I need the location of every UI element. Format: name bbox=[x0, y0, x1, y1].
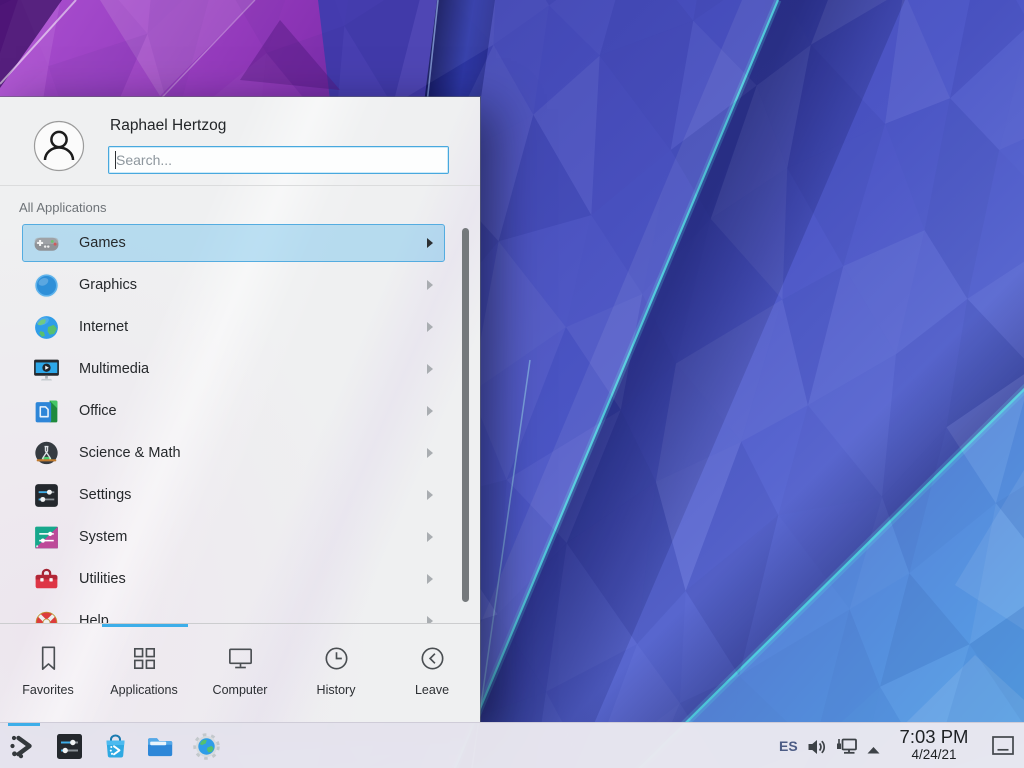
category-graphics[interactable]: Graphics bbox=[22, 266, 445, 304]
utilities-icon bbox=[32, 565, 61, 594]
discover-icon bbox=[99, 730, 132, 763]
category-label: Office bbox=[79, 403, 117, 419]
help-icon bbox=[32, 607, 61, 624]
category-internet[interactable]: Internet bbox=[22, 308, 445, 346]
history-icon bbox=[321, 643, 352, 674]
discover-button[interactable] bbox=[99, 730, 132, 763]
category-label: Help bbox=[79, 613, 109, 623]
submenu-arrow-icon bbox=[427, 616, 433, 623]
app-launcher-button[interactable] bbox=[8, 730, 41, 763]
application-launcher-menu: Raphael Hertzog All Applications Games bbox=[0, 97, 480, 722]
category-label: Games bbox=[79, 235, 126, 251]
web-browser-icon bbox=[190, 730, 223, 763]
submenu-arrow-icon bbox=[427, 490, 433, 500]
category-label: Utilities bbox=[79, 571, 126, 587]
taskbar-panel: ES 7:03 PM 4/24/21 bbox=[0, 722, 1024, 768]
tab-computer[interactable]: Computer bbox=[192, 627, 288, 722]
tab-label: Favorites bbox=[22, 683, 73, 697]
tab-leave[interactable]: Leave bbox=[384, 627, 480, 722]
leave-icon bbox=[417, 643, 448, 674]
category-settings[interactable]: Settings bbox=[22, 476, 445, 514]
submenu-arrow-icon bbox=[427, 238, 433, 248]
category-office[interactable]: Office bbox=[22, 392, 445, 430]
submenu-arrow-icon bbox=[427, 322, 433, 332]
category-help[interactable]: Help bbox=[22, 602, 445, 623]
category-multimedia[interactable]: Multimedia bbox=[22, 350, 445, 388]
category-games[interactable]: Games bbox=[22, 224, 445, 262]
category-science-math[interactable]: Science & Math bbox=[22, 434, 445, 472]
file-manager-button[interactable] bbox=[144, 730, 177, 763]
tab-history[interactable]: History bbox=[288, 627, 384, 722]
submenu-arrow-icon bbox=[427, 406, 433, 416]
clock-time: 7:03 PM bbox=[886, 726, 982, 747]
web-browser-button[interactable] bbox=[190, 730, 223, 763]
text-cursor bbox=[115, 151, 116, 169]
header-divider bbox=[0, 185, 480, 186]
expand-tray-icon[interactable] bbox=[866, 742, 881, 752]
category-list: Games Graphics bbox=[22, 224, 445, 623]
science-icon bbox=[32, 439, 61, 468]
footer-divider bbox=[0, 623, 480, 624]
submenu-arrow-icon bbox=[427, 364, 433, 374]
category-utilities[interactable]: Utilities bbox=[22, 560, 445, 598]
submenu-arrow-icon bbox=[427, 280, 433, 290]
submenu-arrow-icon bbox=[427, 532, 433, 542]
tab-applications[interactable]: Applications bbox=[96, 627, 192, 722]
multimedia-icon bbox=[32, 355, 61, 384]
category-label: Internet bbox=[79, 319, 128, 335]
tab-label: Computer bbox=[213, 683, 268, 697]
office-icon bbox=[32, 397, 61, 426]
app-launcher-icon bbox=[8, 730, 41, 763]
computer-icon bbox=[225, 643, 256, 674]
tab-label: History bbox=[317, 683, 356, 697]
search-input[interactable] bbox=[108, 146, 449, 174]
show-desktop-icon bbox=[991, 735, 1015, 757]
tab-favorites[interactable]: Favorites bbox=[0, 627, 96, 722]
graphics-icon bbox=[32, 271, 61, 300]
system-settings-icon bbox=[53, 730, 86, 763]
volume-icon[interactable] bbox=[806, 736, 828, 758]
section-label: All Applications bbox=[19, 200, 106, 215]
tab-label: Applications bbox=[110, 683, 177, 697]
keyboard-layout-indicator[interactable]: ES bbox=[779, 738, 798, 754]
category-label: Science & Math bbox=[79, 445, 181, 461]
category-system[interactable]: System bbox=[22, 518, 445, 556]
category-label: Multimedia bbox=[79, 361, 149, 377]
show-desktop-button[interactable] bbox=[988, 729, 1018, 763]
launcher-tab-bar: Favorites Applications bbox=[0, 627, 480, 722]
submenu-arrow-icon bbox=[427, 574, 433, 584]
system-icon bbox=[32, 523, 61, 552]
applications-icon bbox=[129, 643, 160, 674]
system-settings-button[interactable] bbox=[53, 730, 86, 763]
clock-date: 4/24/21 bbox=[886, 747, 982, 763]
file-manager-icon bbox=[144, 730, 177, 763]
user-avatar[interactable] bbox=[33, 120, 85, 172]
submenu-arrow-icon bbox=[427, 448, 433, 458]
favorites-icon bbox=[33, 643, 64, 674]
screen: Raphael Hertzog All Applications Games bbox=[0, 0, 1024, 768]
settings-icon bbox=[32, 481, 61, 510]
internet-icon bbox=[32, 313, 61, 342]
games-icon bbox=[32, 229, 61, 258]
scrollbar[interactable] bbox=[462, 228, 469, 602]
active-task-indicator bbox=[8, 723, 40, 726]
category-label: Graphics bbox=[79, 277, 137, 293]
network-icon[interactable] bbox=[834, 734, 860, 760]
category-label: Settings bbox=[79, 487, 131, 503]
tab-label: Leave bbox=[415, 683, 449, 697]
clock[interactable]: 7:03 PM 4/24/21 bbox=[886, 726, 982, 763]
category-label: System bbox=[79, 529, 127, 545]
user-name: Raphael Hertzog bbox=[110, 117, 226, 135]
